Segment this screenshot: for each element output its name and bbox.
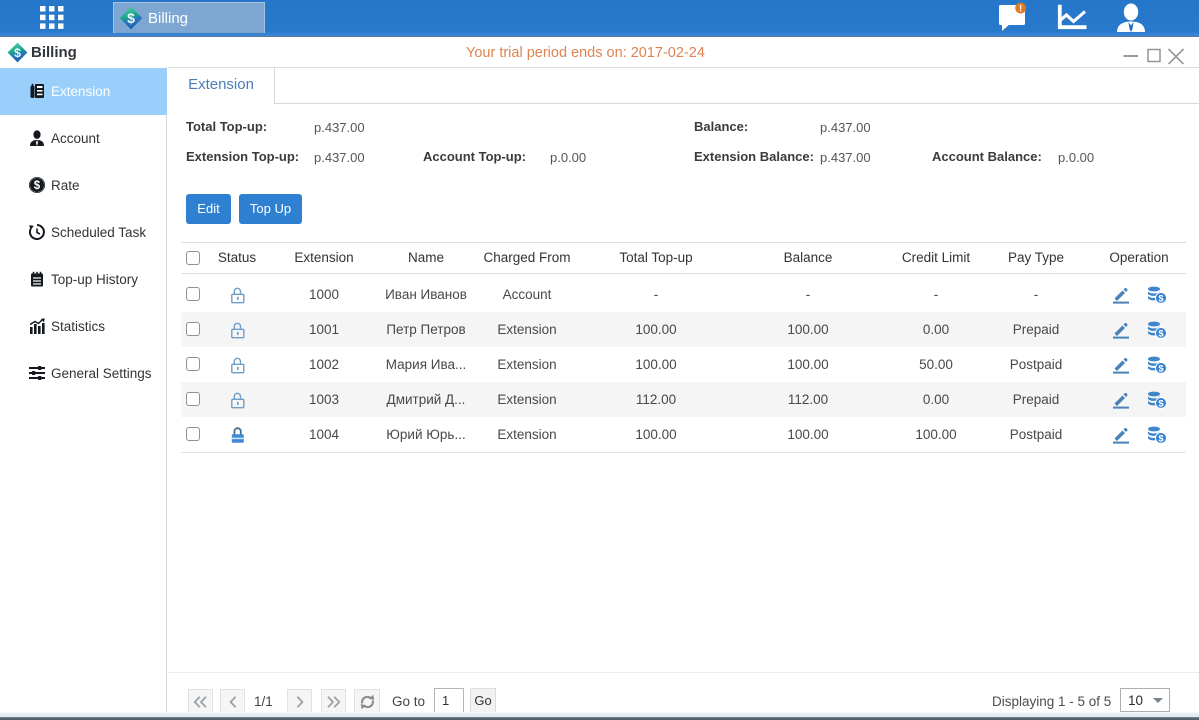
svg-text:$: $	[34, 180, 41, 192]
svg-text:!: !	[1019, 4, 1022, 15]
svg-text:$: $	[1158, 294, 1164, 304]
svg-text:$: $	[127, 10, 135, 26]
svg-text:$: $	[14, 46, 21, 60]
svg-text:$: $	[1158, 434, 1164, 444]
svg-text:$: $	[1158, 399, 1164, 409]
svg-text:$: $	[1158, 364, 1164, 374]
svg-text:$: $	[1158, 329, 1164, 339]
